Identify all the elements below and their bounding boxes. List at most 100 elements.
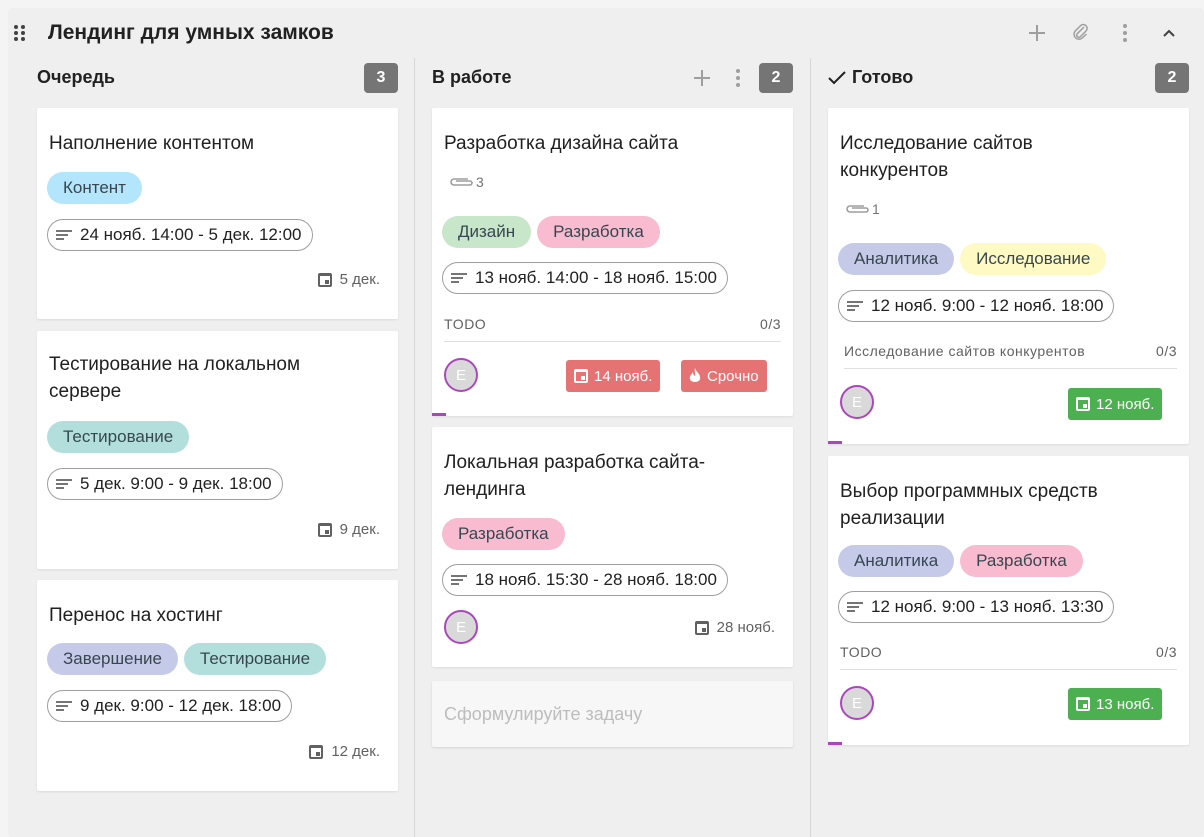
column-menu-button[interactable] xyxy=(727,65,749,91)
due-date-text: 12 дек. xyxy=(331,743,380,760)
period-chip[interactable]: 12 нояб. 9:00 - 13 нояб. 13:30 xyxy=(838,591,1115,623)
priority-chip[interactable]: Срочно xyxy=(681,360,767,392)
assignee-color-bar xyxy=(828,742,842,745)
task-card[interactable]: Исследование сайтов конкурентов 1 Аналит… xyxy=(828,108,1189,444)
checklist-row[interactable]: Исследование сайтов конкурентов 0/3 xyxy=(844,343,1177,369)
card-title-line: сервере xyxy=(49,381,122,402)
card-title: Исследование сайтов конкурентов xyxy=(840,130,1033,184)
due-date-text: 28 нояб. xyxy=(716,619,775,636)
due-date-text: 14 нояб. xyxy=(594,367,653,385)
avatar[interactable]: E xyxy=(444,358,478,392)
card-title-line: реализации xyxy=(840,508,945,529)
tag-label[interactable]: Разработка xyxy=(960,545,1083,577)
task-count-badge: 2 xyxy=(1155,63,1189,93)
column-header: Очередь 3 xyxy=(8,58,398,98)
flame-icon xyxy=(689,368,701,382)
description-lines-icon xyxy=(847,301,863,311)
task-count-badge: 2 xyxy=(759,63,793,93)
card-title-line: лендинга xyxy=(444,479,526,500)
paperclip-icon xyxy=(450,178,473,186)
new-task-placeholder: Сформулируйте задачу xyxy=(444,704,643,724)
period-text: 12 нояб. 9:00 - 12 нояб. 18:00 xyxy=(871,296,1104,315)
description-lines-icon xyxy=(451,575,467,585)
tag-label[interactable]: Завершение xyxy=(47,643,178,675)
more-vert-icon xyxy=(736,69,740,87)
checklist-progress: 0/3 xyxy=(1156,343,1177,359)
card-title: Тестирование на локальном сервере xyxy=(49,351,300,405)
drag-handle-icon[interactable] xyxy=(14,25,26,41)
checklist-name: TODO xyxy=(444,316,487,332)
add-task-button[interactable] xyxy=(691,65,713,91)
collapse-button[interactable] xyxy=(1158,20,1180,46)
attachments-text: 3 xyxy=(476,174,484,190)
task-card[interactable]: Выбор программных средств реализации Ана… xyxy=(828,456,1189,745)
calendar-icon xyxy=(574,369,588,383)
tag-label[interactable]: Тестирование xyxy=(183,643,327,675)
tag-label[interactable]: Аналитика xyxy=(838,545,955,577)
due-date[interactable]: 5 дек. xyxy=(317,271,380,288)
board-menu-button[interactable] xyxy=(1114,20,1136,46)
paperclip-icon xyxy=(846,205,869,213)
tag-label[interactable]: Разработка xyxy=(442,518,565,550)
assignee-color-bar xyxy=(828,441,842,444)
calendar-icon xyxy=(694,620,709,635)
task-card[interactable]: Наполнение контентом Контент 24 нояб. 14… xyxy=(37,108,398,319)
period-chip[interactable]: 13 нояб. 14:00 - 18 нояб. 15:00 xyxy=(442,262,728,294)
period-text: 24 нояб. 14:00 - 5 дек. 12:00 xyxy=(80,225,302,244)
tag-label[interactable]: Исследование xyxy=(960,243,1107,275)
period-text: 5 дек. 9:00 - 9 дек. 18:00 xyxy=(80,474,272,493)
due-date[interactable]: 28 нояб. xyxy=(694,619,775,636)
column-in-progress: В работе 2 Разработка дизайна сайта 3 Ди… xyxy=(403,58,793,837)
card-title: Наполнение контентом xyxy=(49,133,255,154)
period-text: 13 нояб. 14:00 - 18 нояб. 15:00 xyxy=(475,268,717,287)
task-card[interactable]: Разработка дизайна сайта 3 Дизайн Разраб… xyxy=(432,108,793,416)
checkmark-icon xyxy=(828,70,846,84)
due-date[interactable]: 12 дек. xyxy=(309,743,380,760)
due-date-chip[interactable]: 12 нояб. xyxy=(1068,388,1163,420)
link-button[interactable] xyxy=(1070,20,1092,46)
period-chip[interactable]: 24 нояб. 14:00 - 5 дек. 12:00 xyxy=(47,219,313,251)
period-text: 9 дек. 9:00 - 12 дек. 18:00 xyxy=(80,696,282,715)
due-date-chip[interactable]: 14 нояб. xyxy=(566,360,661,392)
card-title: Перенос на хостинг xyxy=(49,605,223,626)
task-card[interactable]: Тестирование на локальном сервере Тестир… xyxy=(37,331,398,569)
description-lines-icon xyxy=(56,230,72,240)
board-header: Лендинг для умных замков xyxy=(8,8,1204,58)
tag-label[interactable]: Разработка xyxy=(537,216,660,248)
avatar[interactable]: E xyxy=(840,686,874,720)
checklist-name: Исследование сайтов конкурентов xyxy=(844,343,1086,359)
checklist-row[interactable]: TODO 0/3 xyxy=(444,316,781,342)
tag-label[interactable]: Тестирование xyxy=(47,421,190,453)
due-date-text: 5 дек. xyxy=(339,271,380,288)
due-date[interactable]: 9 дек. xyxy=(317,521,380,538)
due-date-chip[interactable]: 13 нояб. xyxy=(1068,688,1163,720)
attachments-count: 3 xyxy=(448,174,484,190)
task-card[interactable]: Локальная разработка сайта- лендинга Раз… xyxy=(432,427,793,667)
checklist-progress: 0/3 xyxy=(760,316,781,332)
calendar-icon xyxy=(1076,697,1090,711)
description-lines-icon xyxy=(847,602,863,612)
task-card[interactable]: Перенос на хостинг Завершение Тестирован… xyxy=(37,580,398,791)
tag-label[interactable]: Дизайн xyxy=(442,216,532,248)
tag-label[interactable]: Аналитика xyxy=(838,243,955,275)
avatar[interactable]: E xyxy=(444,610,478,644)
avatar[interactable]: E xyxy=(840,385,874,419)
due-date-text: 12 нояб. xyxy=(1096,395,1155,413)
card-title: Разработка дизайна сайта xyxy=(444,133,679,154)
attachments-count: 1 xyxy=(844,201,880,217)
link-icon xyxy=(1073,23,1088,40)
checklist-progress: 0/3 xyxy=(1156,644,1177,660)
period-chip[interactable]: 18 нояб. 15:30 - 28 нояб. 18:00 xyxy=(442,564,728,596)
due-date-text: 9 дек. xyxy=(339,521,380,538)
checklist-name: TODO xyxy=(840,644,883,660)
card-title-line: Исследование сайтов xyxy=(840,133,1033,154)
plus-icon xyxy=(694,70,710,86)
tag-label[interactable]: Контент xyxy=(47,172,142,204)
checklist-row[interactable]: TODO 0/3 xyxy=(840,644,1177,670)
new-task-input[interactable]: Сформулируйте задачу xyxy=(432,681,793,747)
period-chip[interactable]: 9 дек. 9:00 - 12 дек. 18:00 xyxy=(47,690,293,722)
period-chip[interactable]: 12 нояб. 9:00 - 12 нояб. 18:00 xyxy=(838,290,1115,322)
description-lines-icon xyxy=(56,479,72,489)
period-chip[interactable]: 5 дек. 9:00 - 9 дек. 18:00 xyxy=(47,468,283,500)
add-column-button[interactable] xyxy=(1026,20,1048,46)
